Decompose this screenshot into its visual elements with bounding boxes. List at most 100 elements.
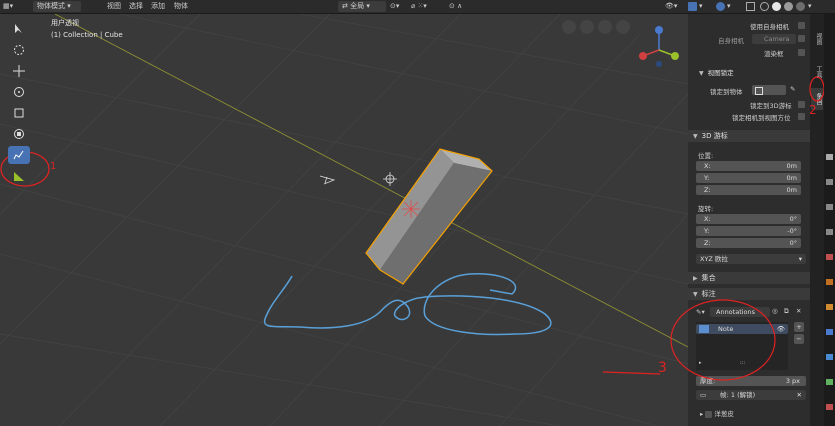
mode-dropdown[interactable]: 物体模式 ▾ xyxy=(33,1,81,12)
object-props-icon[interactable] xyxy=(826,304,833,310)
collection-panel-header[interactable]: ▶ 集合 xyxy=(688,272,810,284)
cursor-tool[interactable] xyxy=(8,41,30,59)
onion-skin-row[interactable]: ▸ 洋葱皮 xyxy=(700,408,734,418)
transform-icon xyxy=(14,129,24,139)
sidebar-tabs: 视图 工具 条目 2 xyxy=(809,14,825,426)
rotate-icon xyxy=(14,87,24,97)
lock-to-object-field[interactable] xyxy=(752,85,786,95)
scale-tool[interactable] xyxy=(8,104,30,122)
fake-user-icon[interactable]: ◎ xyxy=(772,307,778,315)
output-props-icon[interactable] xyxy=(826,204,833,210)
frame-icon: ▭ xyxy=(700,391,707,399)
svg-text:1: 1 xyxy=(50,161,56,171)
material-props-icon[interactable] xyxy=(826,404,833,410)
onion-skin-checkbox[interactable] xyxy=(705,410,713,418)
cursor-target-icon xyxy=(14,45,24,55)
annotate-tool[interactable] xyxy=(8,146,30,164)
tab-view[interactable]: 视图 xyxy=(811,20,823,58)
move-tool[interactable] xyxy=(8,62,30,80)
tool-props-icon[interactable] xyxy=(826,154,833,160)
menu-add[interactable]: 添加 xyxy=(151,1,165,12)
menu-view[interactable]: 视图 xyxy=(107,1,121,12)
rotation-mode-dropdown[interactable]: XYZ 欧拉 ▾ xyxy=(696,254,806,264)
collapse-triangle-icon: ▼ xyxy=(699,70,704,77)
orientation-dropdown[interactable]: ⇄ 全局 ▾ xyxy=(338,1,386,12)
properties-editor-strip xyxy=(824,14,835,426)
gizmo-toggle-icon[interactable] xyxy=(688,2,697,11)
snap-icon[interactable]: ⌀ ⁙▾ xyxy=(411,1,427,12)
render-props-icon[interactable] xyxy=(826,179,833,185)
eyedropper-icon[interactable]: ✎ xyxy=(790,85,795,93)
cursor-location-y[interactable]: Y: 0m xyxy=(696,173,801,183)
constraint-props-icon[interactable] xyxy=(826,379,833,385)
3d-cursor-panel-header[interactable]: ▼ 3D 游标 xyxy=(688,130,810,142)
cursor-location-z[interactable]: Z: 0m xyxy=(696,185,801,195)
collection-title: 集合 xyxy=(701,274,716,282)
shading-dropdown-icon[interactable]: ▾ xyxy=(808,1,812,12)
select-tool[interactable] xyxy=(8,20,30,38)
unlink-icon[interactable]: ✕ xyxy=(796,307,801,315)
material-shading-icon[interactable] xyxy=(784,2,793,11)
move-icon xyxy=(13,65,25,77)
grid-icon[interactable] xyxy=(562,20,576,34)
measure-tool[interactable] xyxy=(8,167,30,185)
lock-to-3d-cursor-checkbox[interactable] xyxy=(798,101,805,108)
cursor-rotation-x[interactable]: X: 0° xyxy=(696,214,801,224)
zoom-icon[interactable] xyxy=(616,20,630,34)
lock-camera-to-view-checkbox[interactable] xyxy=(798,113,805,120)
axis-gizmo[interactable] xyxy=(635,20,685,70)
annotation-stroke xyxy=(263,273,552,336)
modifier-props-icon[interactable] xyxy=(826,329,833,335)
3d-viewport[interactable]: 用户透视 (1) Collection | Cube 1 xyxy=(0,14,688,426)
object-icon xyxy=(755,87,763,95)
header-bar: ▦▾ 物体模式 ▾ 视图 选择 添加 物体 ⇄ 全局 ▾ ⊙▾ ⌀ ⁙▾ ⊙ ∧… xyxy=(0,0,835,14)
local-camera-field[interactable]: Camera xyxy=(752,34,796,44)
add-layer-button[interactable]: + xyxy=(794,322,804,332)
close-icon[interactable]: ✕ xyxy=(797,390,802,400)
rendered-shading-icon[interactable] xyxy=(796,2,805,11)
solid-shading-icon[interactable] xyxy=(772,2,781,11)
rotate-tool[interactable] xyxy=(8,83,30,101)
render-region-checkbox[interactable] xyxy=(798,49,805,56)
physics-props-icon[interactable] xyxy=(826,354,833,360)
remove-layer-button[interactable]: − xyxy=(794,334,804,344)
proportional-edit-icon[interactable]: ⊙ ∧ xyxy=(449,1,462,12)
menu-select[interactable]: 选择 xyxy=(129,1,143,12)
cursor-rotation-y[interactable]: Y: -0° xyxy=(696,226,801,236)
cursor-location-x[interactable]: X: 0m xyxy=(696,161,801,171)
editor-type-icon[interactable]: ▦▾ xyxy=(3,1,13,12)
xray-icon[interactable] xyxy=(746,2,755,11)
use-local-camera-checkbox[interactable] xyxy=(798,22,805,29)
cursor-rotation-z[interactable]: Z: 0° xyxy=(696,238,801,248)
use-local-camera-label: 使用自身相机 xyxy=(750,23,789,31)
transform-tool[interactable] xyxy=(8,125,30,143)
pan-hand-icon[interactable] xyxy=(598,20,612,34)
pivot-icon[interactable]: ⊙▾ xyxy=(390,1,399,12)
lock-to-object-label: 锁定到物体 xyxy=(710,88,743,96)
view-perspective-label: 用户透视 xyxy=(51,19,79,27)
gizmo-dropdown-icon[interactable]: ▾ xyxy=(699,1,703,12)
overlays-icon[interactable] xyxy=(716,2,725,11)
viewport-scene xyxy=(0,14,688,426)
world-props-icon[interactable] xyxy=(826,279,833,285)
view-layer-props-icon[interactable] xyxy=(826,229,833,235)
lock-to-3d-cursor-label: 锁定到3D游标 xyxy=(750,102,792,110)
3d-cursor-title: 3D 游标 xyxy=(701,132,728,140)
duplicate-icon[interactable]: ⧉ xyxy=(784,307,789,316)
local-camera-checkbox[interactable] xyxy=(798,35,805,42)
overlays-dropdown-icon[interactable]: ▾ xyxy=(727,1,731,12)
orientation-label: 全局 xyxy=(350,2,365,10)
camera-view-icon[interactable] xyxy=(580,20,594,34)
origin-marker xyxy=(402,200,420,218)
annotate-pencil-icon xyxy=(13,150,24,160)
visibility-icon[interactable]: 👁▾ xyxy=(665,1,677,12)
handwritten-number-3: 3 xyxy=(658,360,667,376)
wireframe-shading-icon[interactable] xyxy=(760,2,769,11)
expand-triangle-icon: ▸ xyxy=(700,410,704,418)
menu-object[interactable]: 物体 xyxy=(174,1,188,12)
mode-label: 物体模式 xyxy=(37,2,65,10)
scene-props-icon[interactable] xyxy=(826,254,833,260)
frame-field[interactable]: ▭ 帧: 1 (解锁) ✕ xyxy=(696,390,806,400)
eye-icon[interactable]: 👁 xyxy=(777,324,785,334)
tool-shelf xyxy=(8,20,34,188)
